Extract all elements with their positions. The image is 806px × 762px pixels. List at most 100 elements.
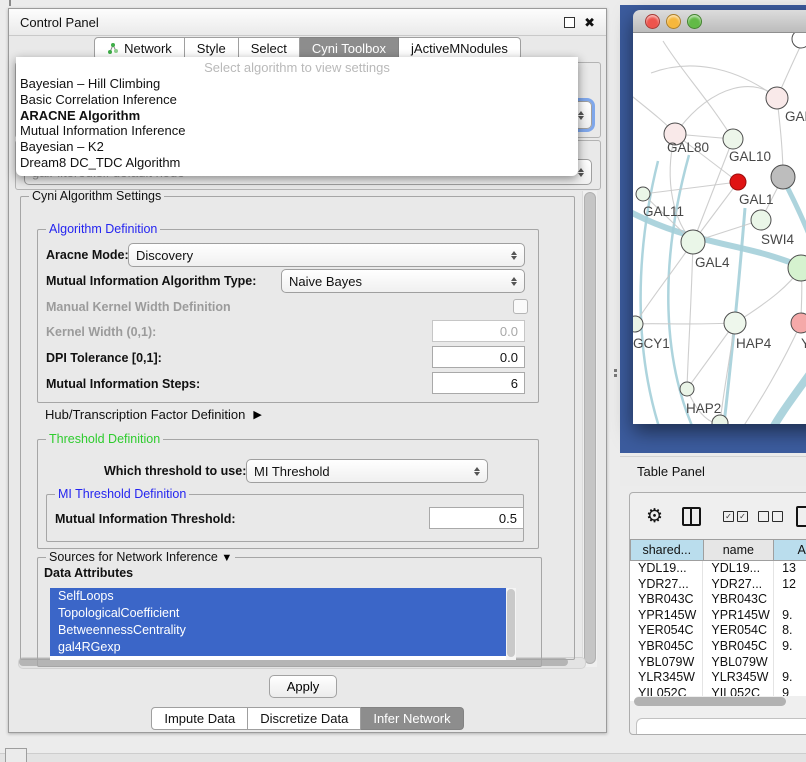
mi-type-value: Naive Bayes xyxy=(289,274,362,289)
kernel-width-value: 0.0 xyxy=(500,324,518,339)
dpi-tolerance-label: DPI Tolerance [0,1]: xyxy=(46,351,162,365)
table-cell: 12 xyxy=(774,577,806,593)
manual-kernel-label: Manual Kernel Width Definition xyxy=(46,300,231,314)
table-cell: YLR345W xyxy=(703,670,774,686)
mi-steps-value: 6 xyxy=(511,376,518,391)
tab-impute-data[interactable]: Impute Data xyxy=(151,707,248,730)
table-row[interactable]: YBR043CYBR043C xyxy=(630,592,806,608)
attribute-list-scrollbar[interactable] xyxy=(506,588,516,660)
table-row[interactable]: YBL079WYBL079W xyxy=(630,655,806,671)
tab-discretize-data[interactable]: Discretize Data xyxy=(248,707,361,730)
close-panel-icon[interactable]: ✖ xyxy=(584,16,595,29)
mi-steps-field[interactable]: 6 xyxy=(432,372,525,394)
which-threshold-combobox[interactable]: MI Threshold xyxy=(246,459,488,483)
network-node-hap4[interactable] xyxy=(724,312,746,334)
tab-label: Select xyxy=(251,41,287,56)
dpi-tolerance-field[interactable]: 0.0 xyxy=(432,346,525,368)
window-zoom-button[interactable] xyxy=(687,14,702,29)
float-panel-icon[interactable] xyxy=(564,17,575,28)
column-header[interactable]: shared... xyxy=(630,539,704,561)
table-row[interactable]: YLR345WYLR345W9. xyxy=(630,670,806,686)
sources-group-title[interactable]: Sources for Network Inference ▼ xyxy=(46,550,235,564)
network-node[interactable] xyxy=(730,174,746,190)
network-node-gal10[interactable] xyxy=(723,129,743,149)
window-close-button[interactable] xyxy=(645,14,660,29)
attribute-items: SelfLoopsTopologicalCoefficientBetweenne… xyxy=(50,588,506,660)
network-edge[interactable] xyxy=(720,323,735,423)
table-cell: YDL19... xyxy=(703,561,774,577)
table-cell: YER054C xyxy=(703,623,774,639)
column-header[interactable]: A xyxy=(774,539,806,561)
mi-steps-label: Mutual Information Steps: xyxy=(46,377,200,391)
network-node-gal11[interactable] xyxy=(636,187,650,201)
deselect-icon[interactable] xyxy=(758,511,783,522)
tab-label: Style xyxy=(197,41,226,56)
aracne-mode-value: Discovery xyxy=(136,248,193,263)
tab-infer-network[interactable]: Infer Network xyxy=(361,707,463,730)
table-row[interactable]: YPR145WYPR145W9. xyxy=(630,608,806,624)
gear-icon[interactable]: ⚙ xyxy=(646,505,663,528)
network-node-label: GAL4 xyxy=(695,255,730,270)
table-cell: 9. xyxy=(774,639,806,655)
document-icon[interactable] xyxy=(796,506,806,527)
dropdown-item-list: Bayesian – Hill ClimbingBasic Correlatio… xyxy=(16,76,578,171)
table-row[interactable]: YDR27...YDR27...12 xyxy=(630,577,806,593)
apply-button[interactable]: Apply xyxy=(269,675,337,698)
select-all-icon[interactable]: ✓✓ xyxy=(723,511,748,522)
network-view-canvas[interactable]: GALGAL80GAL10GAL1GAL11SWI4GAL4GCY1HAP4YH… xyxy=(633,33,806,424)
window-minimize-button[interactable] xyxy=(666,14,681,29)
table-cell: 8. xyxy=(774,623,806,639)
dropdown-item[interactable]: Dream8 DC_TDC Algorithm xyxy=(16,155,578,171)
kernel-width-field[interactable]: 0.0 xyxy=(432,320,525,342)
aracne-mode-label: Aracne Mode: xyxy=(46,248,129,262)
table-row[interactable]: YER054CYER054C8. xyxy=(630,623,806,639)
cyni-mode-tabs: Impute DataDiscretize Data Infer Network xyxy=(9,707,606,730)
table-cell: 9. xyxy=(774,608,806,624)
network-node-hap2[interactable] xyxy=(680,382,694,396)
network-edge[interactable] xyxy=(687,242,693,389)
network-node-y[interactable] xyxy=(791,313,806,333)
table-row[interactable]: YDL19...YDL19...13 xyxy=(630,561,806,577)
attribute-item[interactable]: SelfLoops xyxy=(50,588,506,605)
dropdown-item[interactable]: Basic Correlation Inference xyxy=(16,92,578,108)
aracne-mode-combobox[interactable]: Discovery xyxy=(128,243,525,267)
network-window-titlebar[interactable] xyxy=(633,10,806,33)
attribute-item[interactable]: TopologicalCoefficient xyxy=(50,605,506,622)
expand-right-icon: ▶ xyxy=(253,408,261,421)
mi-type-combobox[interactable]: Naive Bayes xyxy=(281,269,525,293)
data-attributes-label: Data Attributes xyxy=(44,566,133,580)
network-edge[interactable] xyxy=(643,182,738,194)
network-edge-highlighted[interactable] xyxy=(769,348,806,424)
attribute-item[interactable]: BetweennessCentrality xyxy=(50,622,506,639)
network-edge[interactable] xyxy=(651,66,777,98)
dropdown-item[interactable]: ARACNE Algorithm xyxy=(16,108,578,124)
panel-splitter-grip[interactable] xyxy=(613,368,618,378)
network-edge[interactable] xyxy=(675,87,777,134)
network-node-label: GAL11 xyxy=(643,204,684,219)
network-node[interactable] xyxy=(792,33,806,48)
table-row[interactable]: YBR045CYBR045C9. xyxy=(630,639,806,655)
manual-kernel-checkbox[interactable] xyxy=(513,299,528,314)
dropdown-item[interactable]: Bayesian – Hill Climbing xyxy=(16,76,578,92)
network-node-label: GAL1 xyxy=(739,192,774,207)
network-edge[interactable] xyxy=(635,323,735,324)
network-node[interactable] xyxy=(771,165,795,189)
bottom-left-corner-button[interactable] xyxy=(5,748,27,762)
network-node-gal[interactable] xyxy=(766,87,788,109)
hub-definition-expander[interactable]: Hub/Transcription Factor Definition ▶ xyxy=(45,407,262,422)
network-node-swi4[interactable] xyxy=(788,255,806,281)
columns-icon[interactable] xyxy=(682,507,701,526)
network-node-gal4[interactable] xyxy=(681,230,705,254)
network-edge[interactable] xyxy=(635,242,693,324)
tab-label: Infer Network xyxy=(373,711,450,726)
mi-threshold-field[interactable]: 0.5 xyxy=(429,507,524,529)
attribute-item[interactable]: gal4RGexp xyxy=(50,639,506,656)
dropdown-item[interactable]: Bayesian – K2 xyxy=(16,139,578,155)
table-horizontal-scrollbar[interactable] xyxy=(634,696,806,707)
network-node-gal1[interactable] xyxy=(751,210,771,230)
column-header[interactable]: name xyxy=(704,539,775,561)
network-graph[interactable]: GALGAL80GAL10GAL1GAL11SWI4GAL4GCY1HAP4YH… xyxy=(633,33,806,424)
dropdown-item[interactable]: Mutual Information Inference xyxy=(16,123,578,139)
table-cell: 9. xyxy=(774,670,806,686)
table-panel-collapsed-bar[interactable] xyxy=(636,718,806,734)
